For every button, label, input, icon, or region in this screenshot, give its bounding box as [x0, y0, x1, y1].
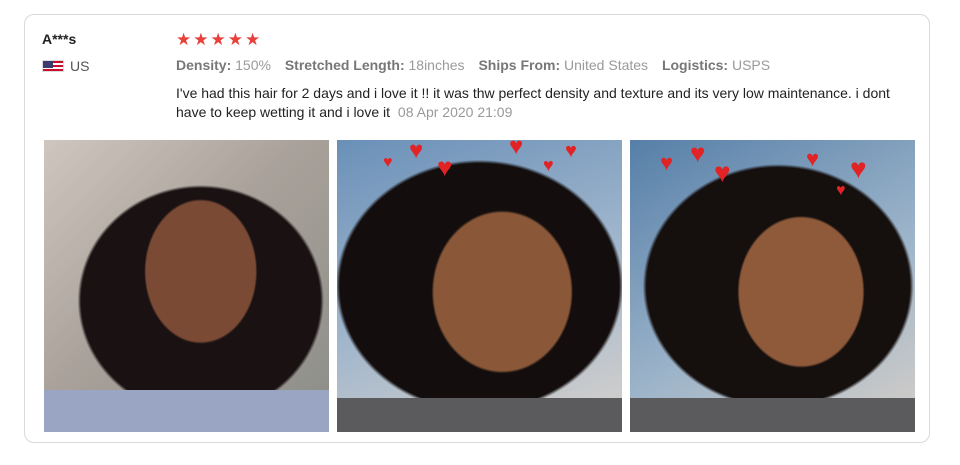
star-icon: ★	[193, 30, 209, 49]
photo-detail	[630, 398, 915, 432]
heart-icon: ♥	[437, 152, 453, 182]
reviewer-country: US	[42, 58, 152, 74]
heart-icon: ♥	[690, 140, 706, 168]
heart-icon: ♥	[836, 182, 846, 199]
heart-icon: ♥	[714, 157, 731, 188]
heart-icon: ♥	[383, 154, 393, 171]
review-content: ★ ★ ★ ★ ★ Density: 150% Stretched Length…	[176, 30, 926, 122]
attr-label: Ships From:	[478, 57, 561, 73]
review-body: I've had this hair for 2 days and i love…	[176, 84, 921, 122]
product-attributes: Density: 150% Stretched Length: 18inches…	[176, 56, 926, 74]
attr-label: Logistics:	[661, 57, 729, 73]
attr-value: 18inches	[408, 57, 465, 73]
attr-density: Density: 150%	[176, 57, 271, 73]
review-photos: ♥ ♥ ♥ ♥ ♥ ♥ ♥ ♥ ♥ ♥ ♥ ♥	[44, 140, 915, 432]
customer-photo-1[interactable]	[44, 140, 329, 432]
attr-value: 150%	[235, 57, 271, 73]
reviewer-name: A***s	[42, 31, 77, 47]
heart-icon: ♥	[660, 150, 674, 175]
country-label: US	[70, 58, 90, 74]
reviewer-info: A***s US	[42, 30, 152, 74]
attr-ships-from: Ships From: United States	[478, 57, 648, 73]
attr-label: Density:	[176, 57, 232, 73]
heart-icon: ♥	[409, 140, 424, 164]
star-icon: ★	[245, 30, 261, 49]
heart-icon: ♥	[543, 155, 554, 175]
star-icon: ★	[210, 30, 226, 49]
star-rating: ★ ★ ★ ★ ★	[176, 30, 926, 50]
attr-stretched-length: Stretched Length: 18inches	[285, 57, 465, 73]
star-icon: ★	[227, 30, 243, 49]
review-text: I've had this hair for 2 days and i love…	[176, 85, 890, 120]
attr-value: USPS	[731, 57, 771, 73]
customer-photo-2[interactable]: ♥ ♥ ♥ ♥ ♥ ♥	[337, 140, 622, 432]
star-icon: ★	[176, 30, 192, 49]
attr-label: Stretched Length:	[284, 57, 405, 73]
heart-icon: ♥	[806, 146, 820, 171]
photo-detail	[337, 398, 622, 432]
review-date: 08 Apr 2020 21:09	[397, 104, 513, 120]
heart-icon: ♥	[509, 140, 524, 160]
heart-icon: ♥	[850, 153, 867, 184]
photo-detail	[44, 390, 329, 432]
customer-photo-3[interactable]: ♥ ♥ ♥ ♥ ♥ ♥	[630, 140, 915, 432]
attr-value: United States	[564, 57, 649, 73]
us-flag-icon	[42, 60, 64, 72]
heart-icon: ♥	[565, 140, 577, 162]
attr-logistics: Logistics: USPS	[662, 57, 770, 73]
